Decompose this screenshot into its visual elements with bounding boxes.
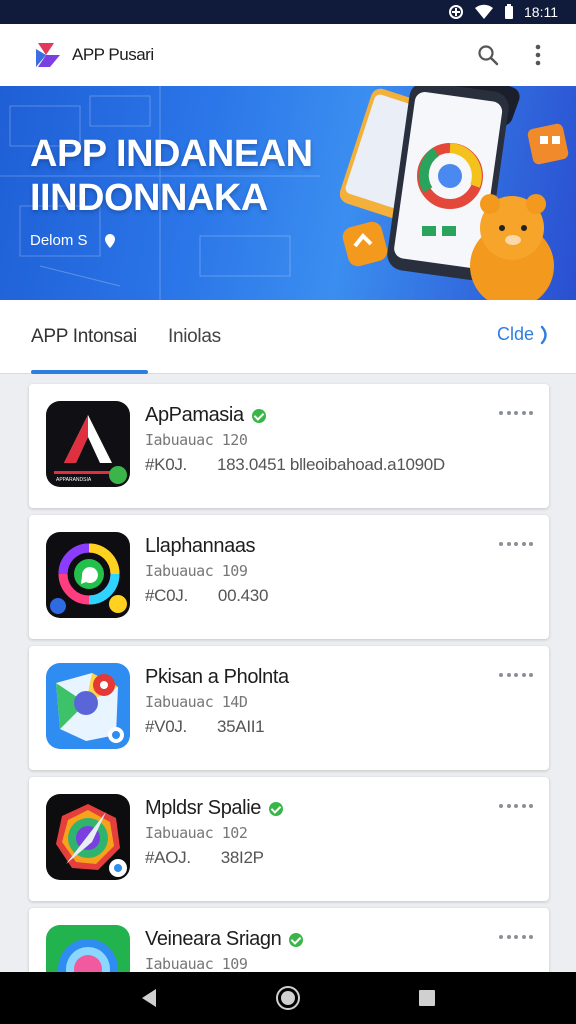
verified-badge-icon — [268, 801, 283, 816]
verified-badge-icon — [289, 932, 304, 947]
app-name: Pkisan a Pholnta — [145, 666, 289, 689]
home-button[interactable] — [266, 976, 310, 1020]
map-pin-app-icon — [46, 663, 130, 749]
verified-badge-icon — [251, 408, 266, 423]
compass-app-icon — [46, 794, 130, 880]
data-saver-icon — [448, 4, 464, 20]
app-more-button[interactable] — [499, 668, 533, 682]
app-name-text: Veineara Sriagn — [145, 928, 282, 950]
status-time: 18:11 — [524, 4, 558, 20]
tab-app-intonsai[interactable]: APP Intonsai — [31, 326, 137, 348]
overflow-menu-button[interactable] — [518, 35, 558, 75]
app-card[interactable]: Pkisan a Pholnta Iabuauac 14D #V0J. 35AI… — [29, 646, 549, 770]
app-stat-primary: #V0J. — [145, 717, 187, 736]
app-name-text: Mpldsr Spalie — [145, 797, 261, 819]
triangle-app-icon: APPARANDSIA — [46, 401, 130, 487]
app-card[interactable]: Veineara Sriagn Iabuauac 109 — [29, 908, 549, 972]
recents-icon — [418, 990, 435, 1006]
banner-title-line1: APP INDANEAN — [30, 133, 313, 175]
ring-app-icon — [46, 532, 130, 618]
promo-banner[interactable]: APP INDANEAN IINDONNAKA Delom S — [0, 86, 576, 300]
app-stat-secondary: 38I2P — [220, 848, 264, 867]
pin-icon — [104, 233, 115, 248]
back-button[interactable] — [127, 976, 171, 1020]
app-stat-primary: #AOJ. — [145, 848, 191, 867]
banner-subtitle-text: Delom S — [30, 232, 88, 249]
banner-subtitle: Delom S — [30, 232, 116, 249]
app-stat-secondary: 35AII1 — [216, 717, 265, 736]
tab-iniolas[interactable]: Iniolas — [168, 326, 221, 348]
status-bar: 18:11 — [0, 0, 576, 24]
app-card[interactable]: Llaphannaas Iabuauac 109 #C0J. 00.430 — [29, 515, 549, 639]
location-app-icon — [46, 925, 130, 972]
banner-title-line2: IINDONNAKA — [30, 177, 268, 219]
more-vert-icon — [535, 44, 541, 66]
app-name-text: Llaphannaas — [145, 535, 256, 557]
tabs-more-label: Clde — [496, 324, 534, 344]
app-pusari-logo[interactable] — [32, 39, 64, 71]
app-stats: #K0J. 183.0451 blleoibahoad.a1090D — [145, 455, 445, 475]
battery-icon — [504, 4, 514, 20]
wifi-icon — [474, 4, 494, 20]
app-more-button[interactable] — [499, 537, 533, 551]
app-meta: Iabuauac 14D — [145, 693, 248, 711]
category-tabs: APP Intonsai Iniolas Clde — [0, 300, 576, 374]
phone-mascot-illustration — [340, 86, 569, 300]
app-card[interactable]: Mpldsr Spalie Iabuauac 102 #AOJ. 38I2P — [29, 777, 549, 901]
app-icon-wordmark: APPARANDSIA — [56, 477, 92, 483]
home-icon — [275, 986, 300, 1010]
app-stats: #AOJ. 38I2P — [145, 848, 264, 868]
app-meta: Iabuauac 109 — [145, 562, 248, 580]
banner-title: APP INDANEAN IINDONNAKA — [30, 132, 313, 220]
app-name: Veineara Sriagn — [145, 928, 304, 951]
back-icon — [142, 989, 157, 1007]
app-stat-secondary: 183.0451 blleoibahoad.a1090D — [216, 455, 445, 474]
app-stat-primary: #C0J. — [145, 586, 188, 605]
app-stats: #C0J. 00.430 — [145, 586, 268, 606]
app-name-text: ApPamasia — [145, 404, 244, 426]
chevron-right-icon — [540, 325, 547, 344]
app-name: Mpldsr Spalie — [145, 797, 283, 820]
app-list: APPARANDSIA ApPamasia Iabuauac 120 #K0J.… — [0, 374, 576, 972]
app-name: ApPamasia — [145, 404, 266, 427]
app-name-text: Pkisan a Pholnta — [145, 666, 289, 688]
app-meta: Iabuauac 120 — [145, 431, 248, 449]
system-nav-bar — [0, 972, 576, 1024]
app-card[interactable]: APPARANDSIA ApPamasia Iabuauac 120 #K0J.… — [29, 384, 549, 508]
app-stat-primary: #K0J. — [145, 455, 187, 474]
app-stat-secondary: 00.430 — [217, 586, 269, 605]
search-icon — [478, 45, 499, 66]
app-name: Llaphannaas — [145, 535, 256, 558]
app-stats: #V0J. 35AII1 — [145, 717, 265, 737]
app-title: APP Pusari — [72, 45, 154, 64]
app-bar: APP Pusari — [0, 24, 576, 86]
app-meta: Iabuauac 109 — [145, 955, 248, 972]
app-more-button[interactable] — [499, 930, 533, 944]
app-more-button[interactable] — [499, 406, 533, 420]
search-button[interactable] — [468, 35, 508, 75]
recents-button[interactable] — [405, 976, 449, 1020]
tabs-more-link[interactable]: Clde — [497, 324, 550, 345]
app-more-button[interactable] — [499, 799, 533, 813]
app-meta: Iabuauac 102 — [145, 824, 248, 842]
